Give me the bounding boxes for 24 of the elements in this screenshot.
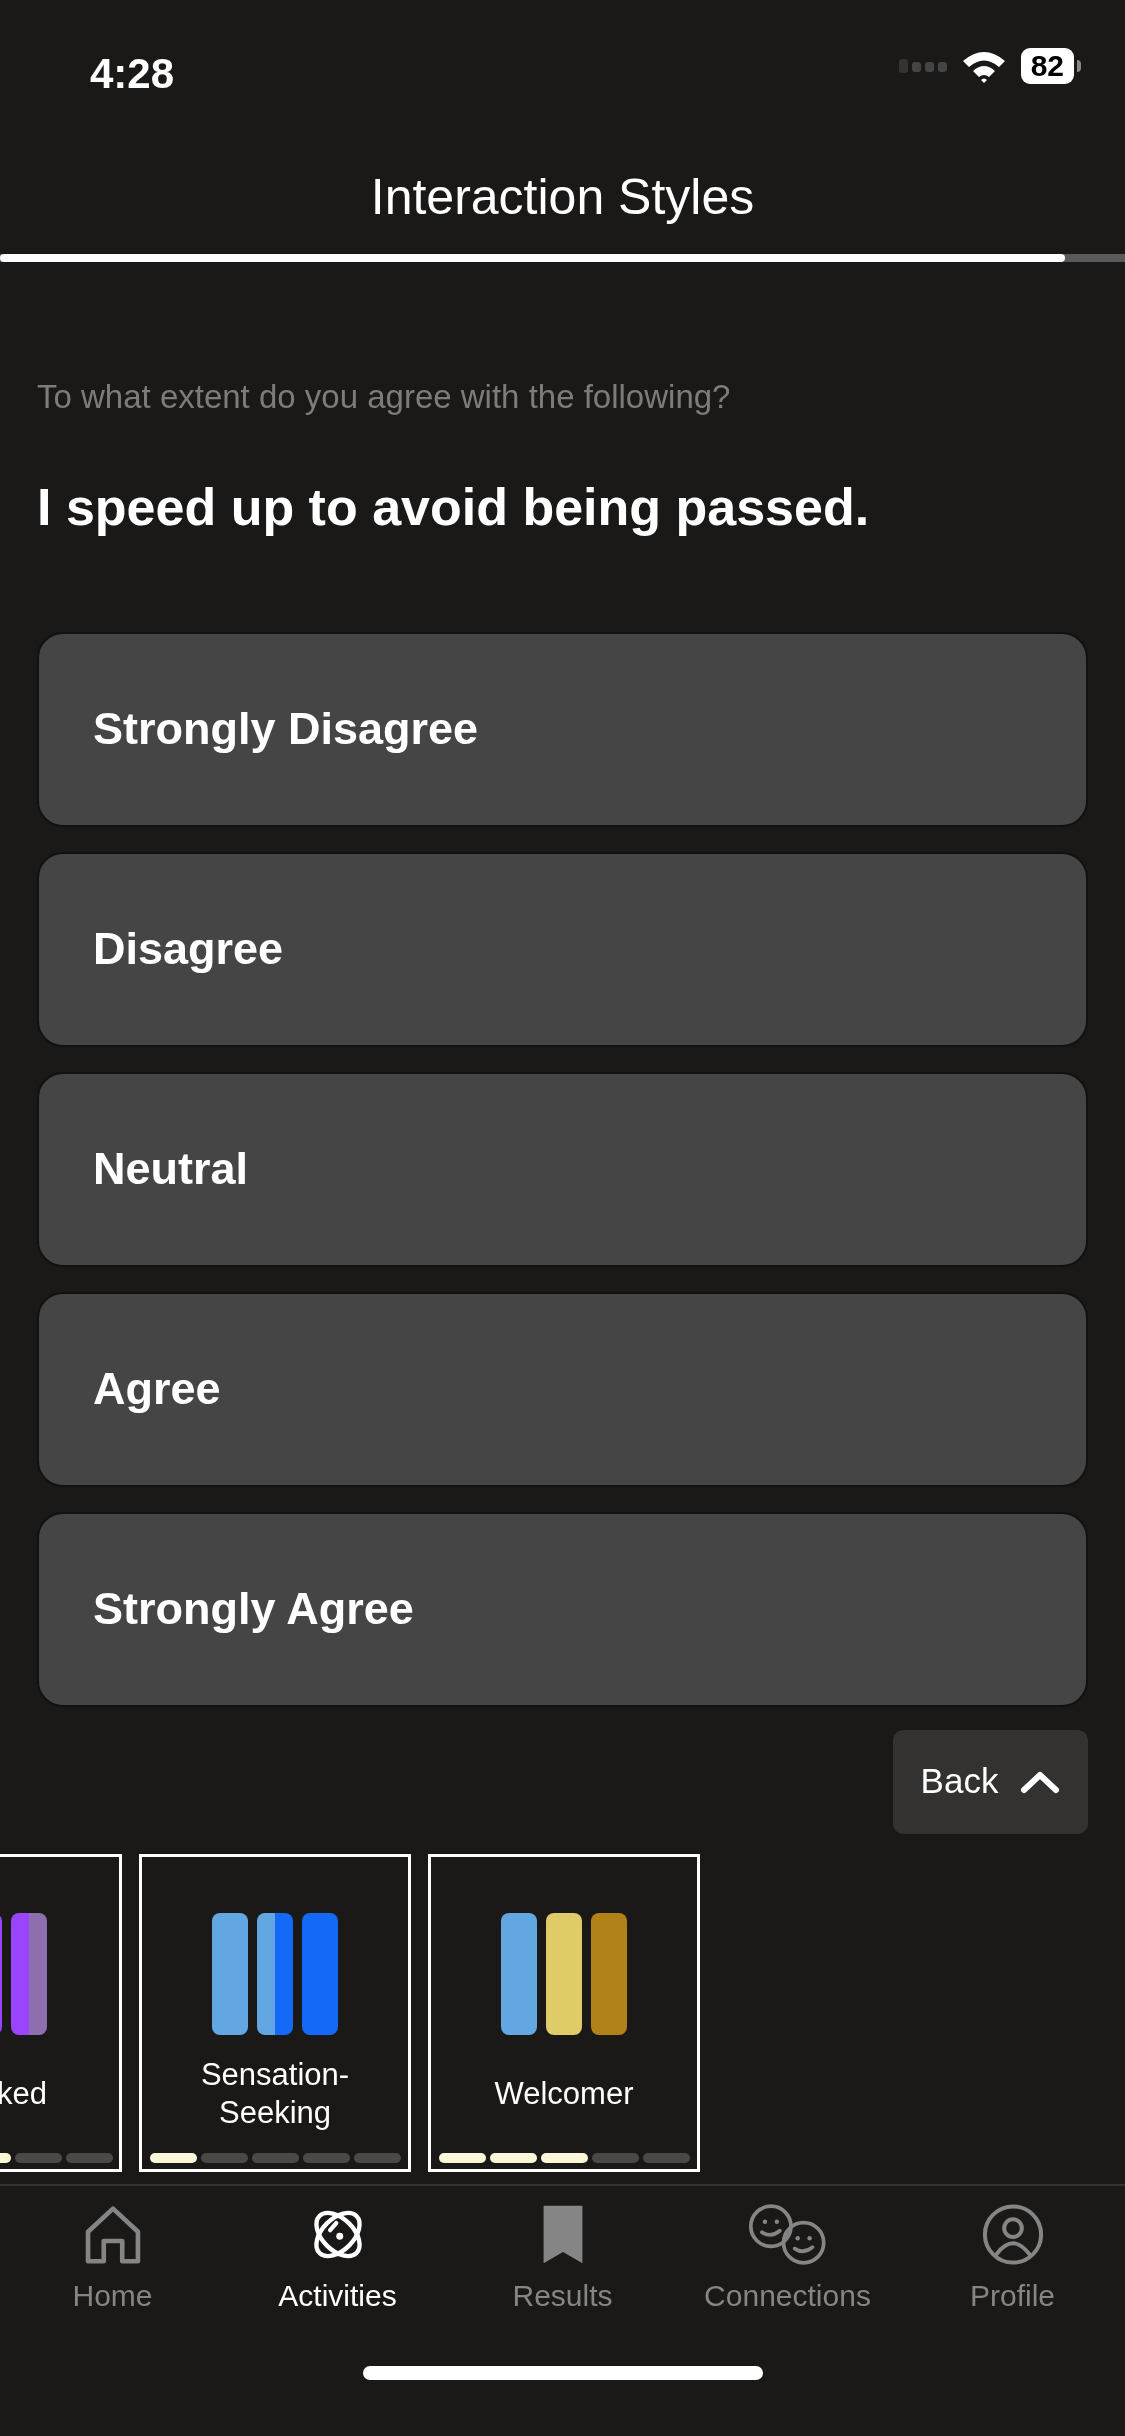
question-prompt: To what extent do you agree with the following? xyxy=(37,377,732,417)
card-label: Sensation- Seeking xyxy=(200,2056,350,2131)
signal-icon xyxy=(898,59,947,73)
card-label: Welcomer xyxy=(494,2074,634,2113)
tab-bar-item[interactable]: Connections xyxy=(675,2203,900,2336)
question-text: I speed up to avoid being passed. xyxy=(37,476,871,538)
tab-bar-item[interactable]: Home xyxy=(0,2203,225,2336)
tab-bar-item[interactable]: Results xyxy=(450,2203,675,2336)
chevron-up-icon xyxy=(1020,1769,1061,1794)
answer-option[interactable]: Strongly Agree xyxy=(37,1511,1088,1707)
tab-bar-item[interactable]: Activities xyxy=(225,2203,450,2336)
answer-option[interactable]: Agree xyxy=(37,1291,1088,1487)
answer-option[interactable]: Disagree xyxy=(37,851,1088,1047)
status-time: 4:28 xyxy=(90,49,175,99)
style-card[interactable]: ked xyxy=(0,1853,122,2172)
answer-option[interactable]: Strongly Disagree xyxy=(37,631,1088,827)
page-title: Interaction Styles xyxy=(370,167,755,227)
back-button[interactable]: Back xyxy=(893,1729,1088,1834)
style-card[interactable]: Sensation- Seeking xyxy=(139,1853,411,2172)
card-label: ked xyxy=(0,2074,47,2113)
style-card[interactable]: Welcomer xyxy=(428,1853,700,2172)
answer-option[interactable]: Neutral xyxy=(37,1071,1088,1267)
battery-level: 82 xyxy=(1020,48,1074,84)
tab-bar-item[interactable]: Profile xyxy=(900,2203,1125,2336)
